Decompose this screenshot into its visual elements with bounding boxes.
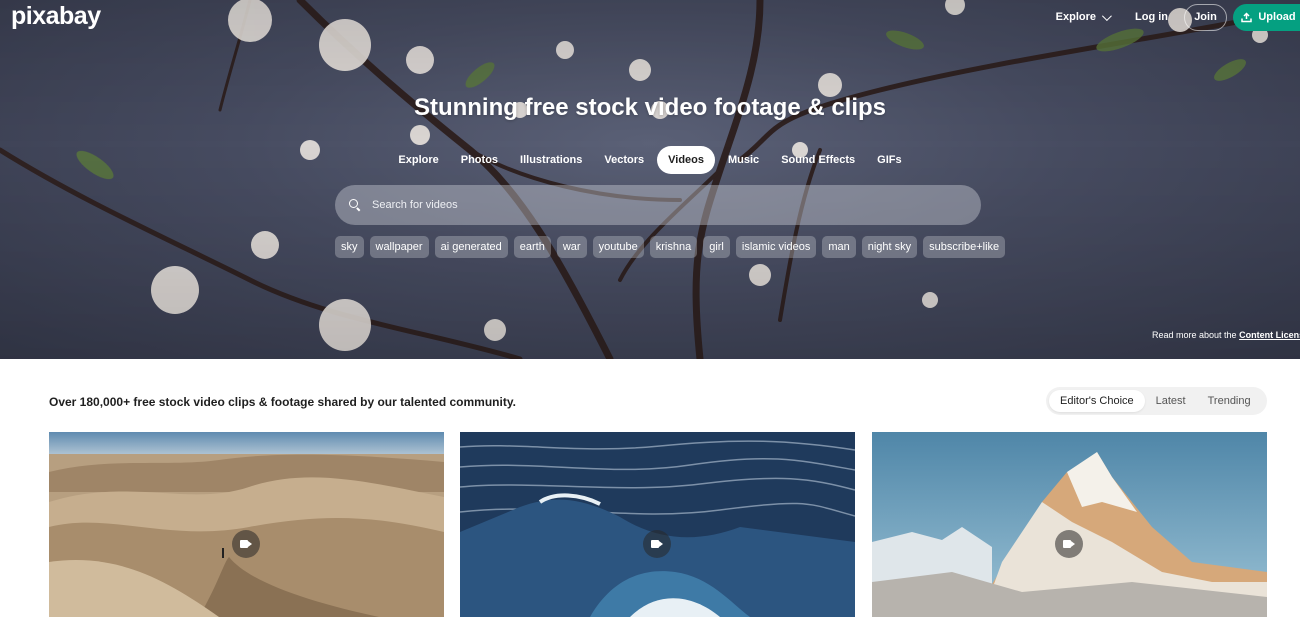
tag-earth[interactable]: earth <box>513 236 551 258</box>
tab-illustrations[interactable]: Illustrations <box>509 146 593 174</box>
pixabay-logo[interactable]: pixabay <box>11 2 101 31</box>
sort-editors-choice[interactable]: Editor's Choice <box>1049 390 1145 412</box>
content-license-link[interactable]: Content License <box>1239 330 1300 340</box>
tab-gifs[interactable]: GIFs <box>866 146 912 174</box>
tag-krishna[interactable]: krishna <box>649 236 698 258</box>
video-badge <box>232 530 260 558</box>
license-prefix: Read more about the <box>1152 330 1237 340</box>
video-card-mountain[interactable] <box>872 432 1267 617</box>
tag-wallpaper[interactable]: wallpaper <box>369 236 429 258</box>
upload-button[interactable]: Upload <box>1233 3 1300 31</box>
video-card-desert[interactable] <box>49 432 444 617</box>
video-camera-icon <box>1063 540 1075 548</box>
tag-night-sky[interactable]: night sky <box>861 236 918 258</box>
search-bar[interactable] <box>335 185 981 225</box>
tag-girl[interactable]: girl <box>703 236 730 258</box>
mountain-thumbnail <box>872 432 1267 617</box>
ocean-thumbnail <box>460 432 855 617</box>
tag-man[interactable]: man <box>822 236 856 258</box>
tag-sky[interactable]: sky <box>335 236 364 258</box>
join-button[interactable]: Join <box>1184 3 1227 31</box>
login-link[interactable]: Log in <box>1135 11 1168 23</box>
video-badge <box>643 530 671 558</box>
upload-icon <box>1241 11 1253 22</box>
hero-banner: pixabay Explore Log in Join Upload Stunn… <box>0 0 1300 359</box>
desert-thumbnail <box>49 432 444 617</box>
explore-menu[interactable]: Explore <box>1055 10 1112 23</box>
tab-vectors[interactable]: Vectors <box>593 146 655 174</box>
media-type-tabs: Explore Photos Illustrations Vectors Vid… <box>0 146 1300 174</box>
explore-label: Explore <box>1055 11 1096 23</box>
intro-text: Over 180,000+ free stock video clips & f… <box>49 395 516 409</box>
video-card-ocean[interactable] <box>460 432 855 617</box>
suggested-tags: sky wallpaper ai generated earth war you… <box>335 236 1006 258</box>
tab-explore[interactable]: Explore <box>387 146 449 174</box>
tag-ai-generated[interactable]: ai generated <box>434 236 508 258</box>
hero-overlay <box>0 0 1300 359</box>
chevron-down-icon <box>1101 10 1112 21</box>
tab-videos[interactable]: Videos <box>657 146 715 174</box>
upload-label: Upload <box>1258 11 1296 23</box>
top-navigation: Explore Log in Join Upload <box>1056 3 1300 31</box>
tab-photos[interactable]: Photos <box>450 146 509 174</box>
sort-tabs: Editor's Choice Latest Trending <box>1046 387 1267 415</box>
sort-trending[interactable]: Trending <box>1197 390 1262 412</box>
search-input[interactable] <box>370 198 930 212</box>
search-icon[interactable] <box>349 199 361 211</box>
video-camera-icon <box>240 540 252 548</box>
tab-music[interactable]: Music <box>717 146 770 174</box>
tag-war[interactable]: war <box>556 236 587 258</box>
tab-sound-effects[interactable]: Sound Effects <box>770 146 866 174</box>
tag-islamic-videos[interactable]: islamic videos <box>735 236 817 258</box>
hero-title: Stunning free stock video footage & clip… <box>413 94 887 121</box>
video-badge <box>1055 530 1083 558</box>
tag-subscribe-like[interactable]: subscribe+like <box>923 236 1006 258</box>
license-note: Read more about the Content License <box>1152 330 1300 340</box>
sort-latest[interactable]: Latest <box>1145 390 1197 412</box>
tag-youtube[interactable]: youtube <box>592 236 644 258</box>
video-camera-icon <box>651 540 663 548</box>
